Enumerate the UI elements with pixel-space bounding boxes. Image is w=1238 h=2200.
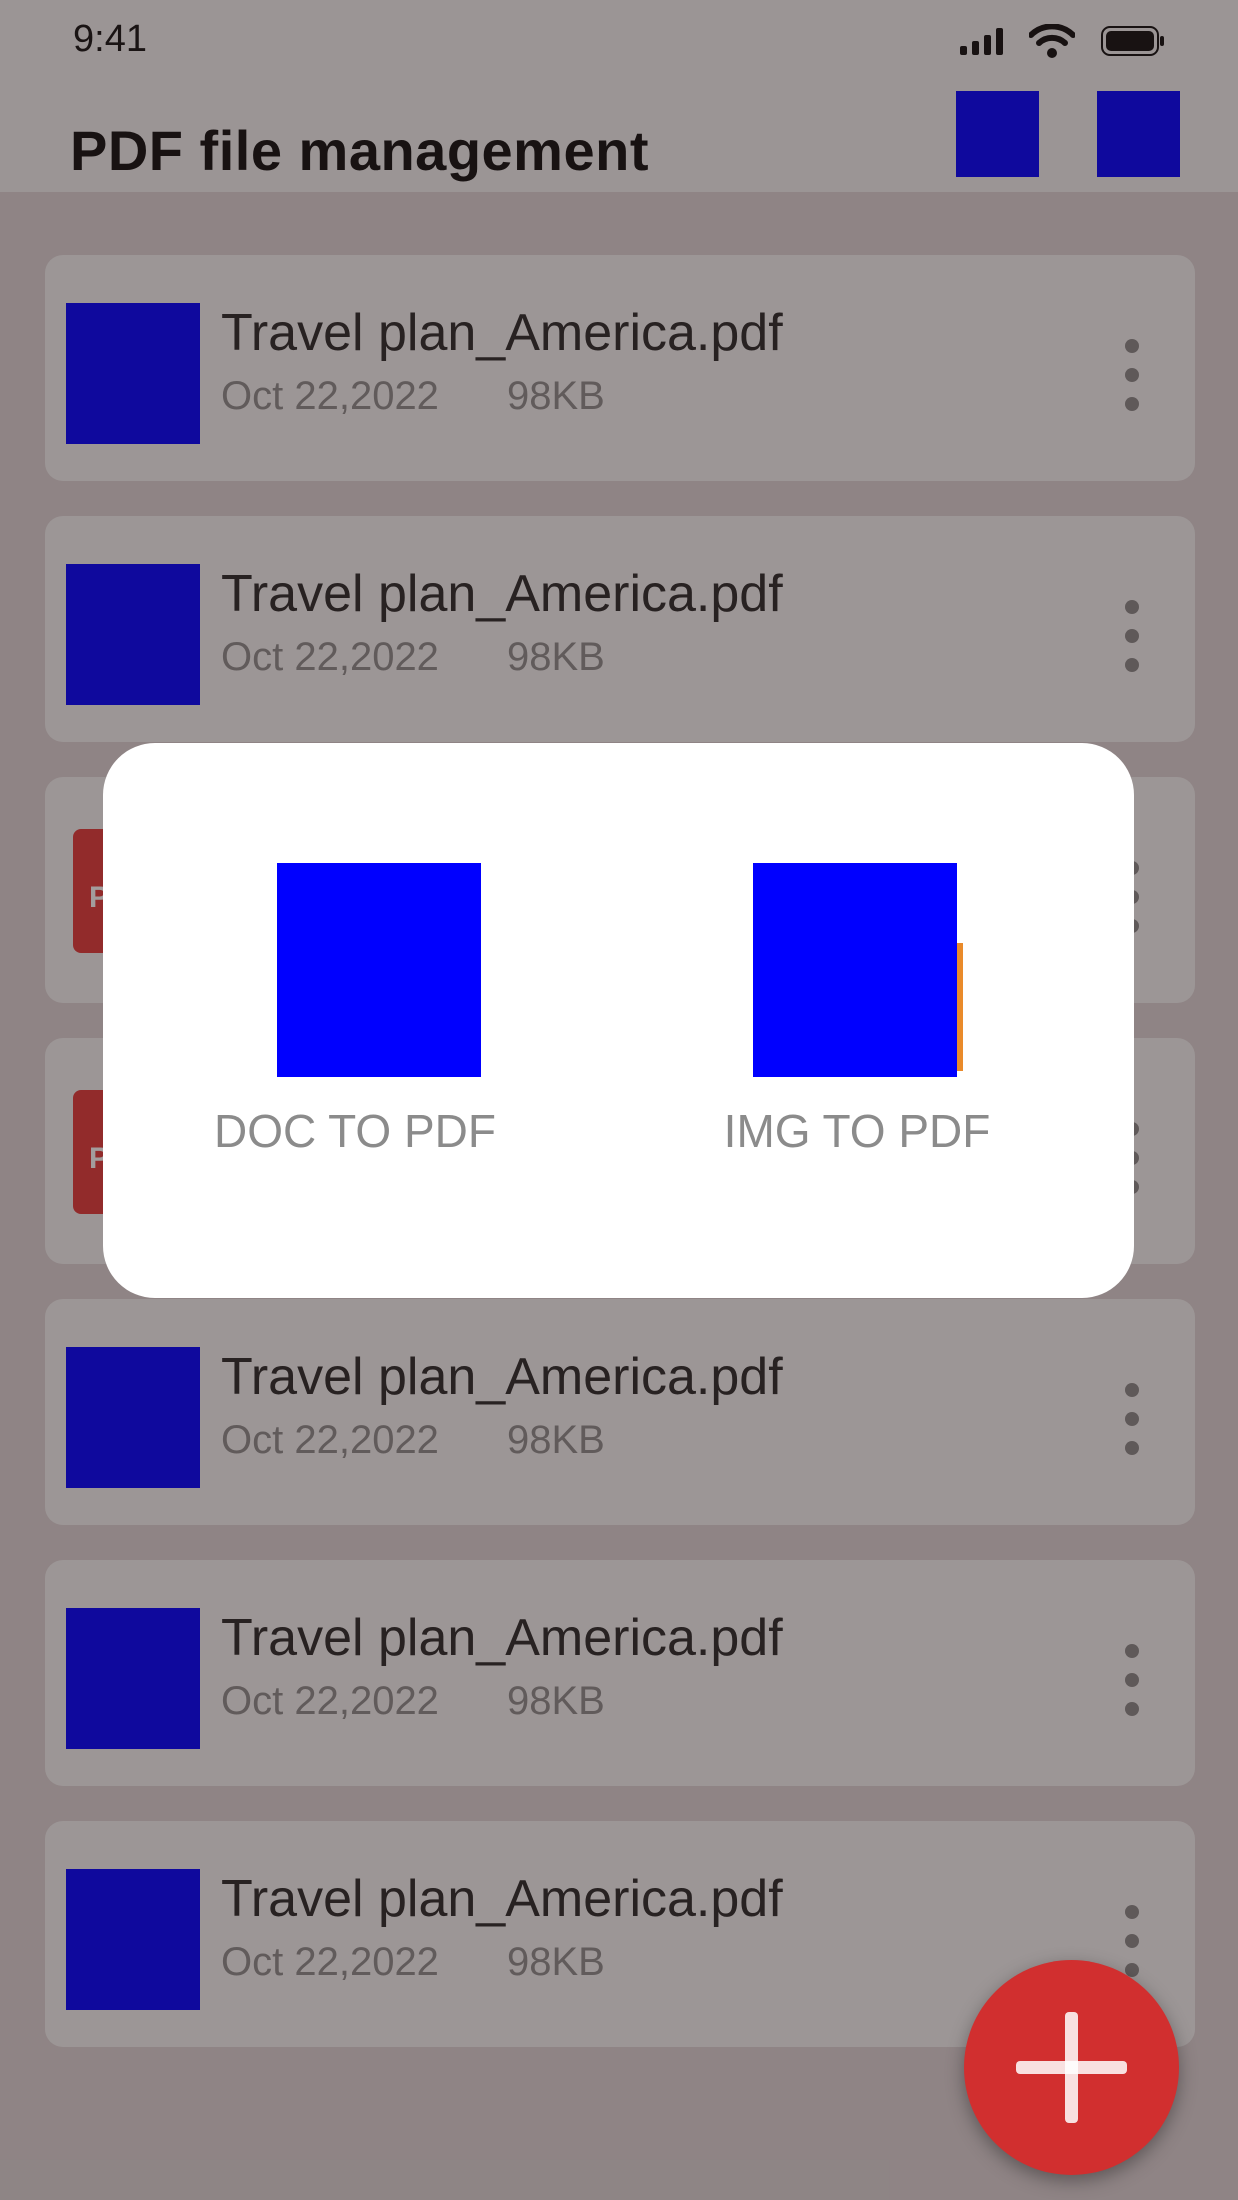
doc-to-pdf-option[interactable]: DOC TO PDF [179,743,579,1298]
convert-options-dialog: DOC TO PDF IMG TO PDF [103,743,1134,1298]
doc-to-pdf-icon [277,863,481,1077]
add-file-button[interactable] [964,1960,1179,2175]
img-icon-edge [957,943,963,1071]
img-to-pdf-label: IMG TO PDF [723,1105,991,1157]
doc-to-pdf-label: DOC TO PDF [214,1105,496,1157]
img-to-pdf-option[interactable]: IMG TO PDF [655,743,1055,1298]
img-to-pdf-icon [753,863,957,1077]
